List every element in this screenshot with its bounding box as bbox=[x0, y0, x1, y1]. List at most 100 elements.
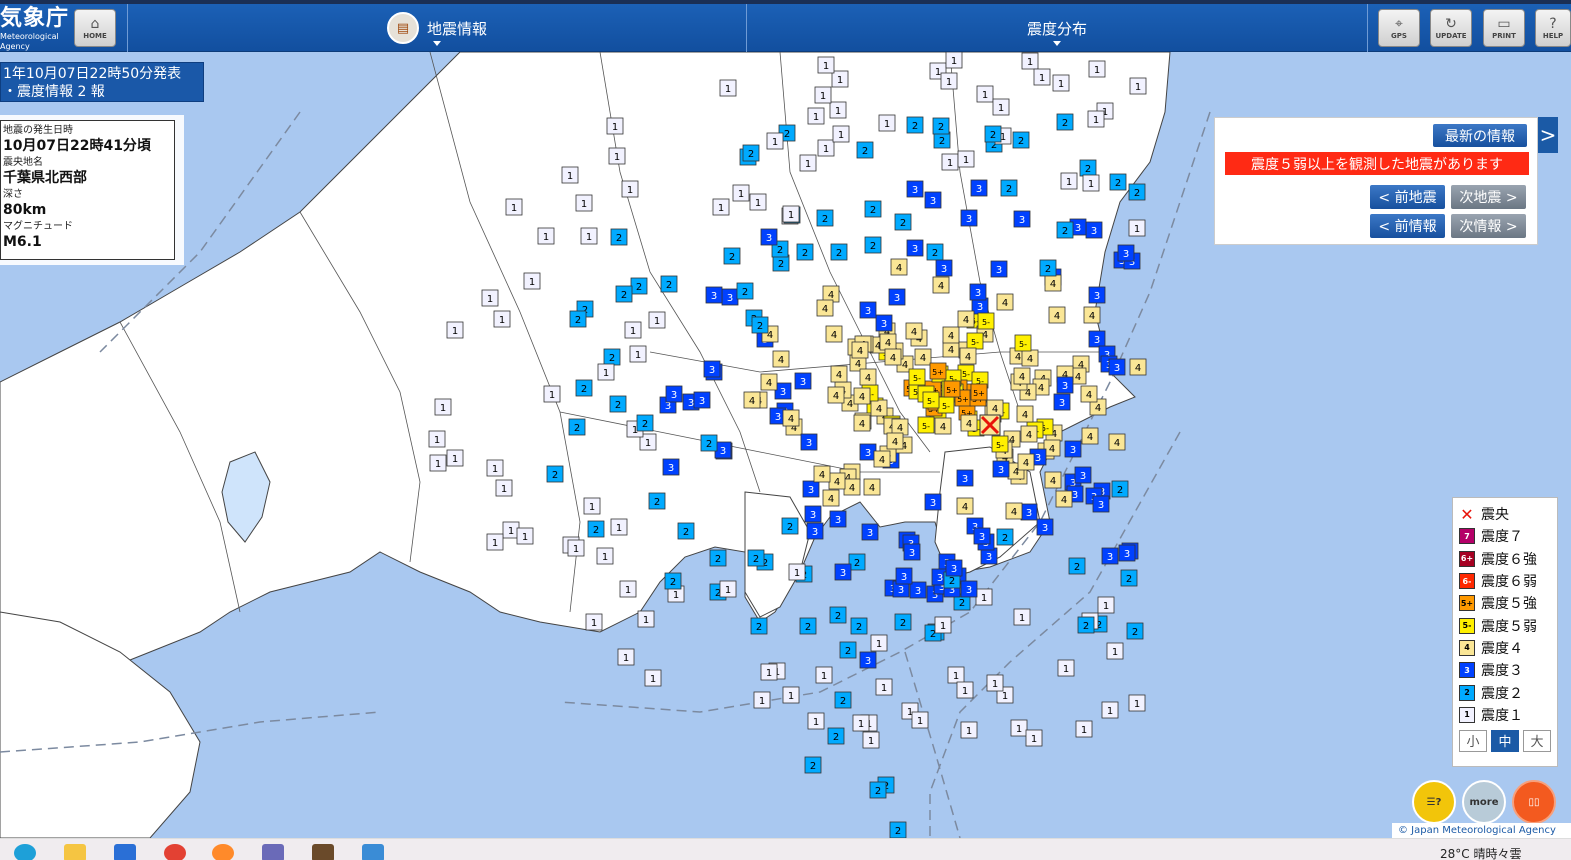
size-large-button[interactable]: 大 bbox=[1523, 729, 1551, 752]
intensity-marker-label: 5- bbox=[927, 397, 935, 406]
firefox-icon[interactable] bbox=[212, 844, 234, 860]
intensity-marker-label: 1 bbox=[788, 691, 794, 702]
intensity-marker-label: 5- bbox=[971, 338, 979, 347]
intensity-marker-label: 3 bbox=[951, 564, 957, 575]
manual-button[interactable]: ▯▯ bbox=[1512, 780, 1556, 824]
intensity-marker-label: 2 bbox=[615, 400, 621, 411]
intensity-marker-label: 1 bbox=[581, 199, 587, 210]
intensity-marker-label: 5+ bbox=[973, 389, 985, 398]
intensity-marker-label: 1 bbox=[511, 203, 517, 214]
intensity-marker-label: 2 bbox=[949, 576, 955, 587]
mail-icon[interactable] bbox=[114, 844, 136, 860]
intensity-marker-label: 3 bbox=[930, 196, 936, 207]
intensity-marker-label: 1 bbox=[992, 679, 998, 690]
intensity-marker-label: 1 bbox=[821, 671, 827, 682]
intensity-marker-label: 1 bbox=[508, 526, 514, 537]
intensity-marker-label: 1 bbox=[725, 585, 731, 596]
intensity-marker-label: 4 bbox=[788, 414, 794, 425]
intensity-marker-label: 2 bbox=[609, 353, 615, 364]
prev-quake-button[interactable]: < 前地震 bbox=[1370, 185, 1445, 209]
intensity-marker-label: 2 bbox=[840, 696, 846, 707]
size-medium-button[interactable]: 中 bbox=[1491, 729, 1519, 752]
weather-widget[interactable]: 28°C 晴時々雲 bbox=[1440, 845, 1521, 860]
panel-toggle-arrow[interactable]: > bbox=[1538, 117, 1558, 153]
help-button[interactable]: ? HELP bbox=[1535, 9, 1571, 47]
intensity-marker-label: 3 bbox=[937, 573, 943, 584]
more-button[interactable]: more bbox=[1462, 780, 1506, 824]
intensity-marker-label: 2 bbox=[870, 205, 876, 216]
gallery-icon[interactable] bbox=[362, 844, 384, 860]
intensity-marker-label: 2 bbox=[715, 554, 721, 565]
intensity-marker-label: 2 bbox=[756, 622, 762, 633]
intensity-marker-label: 4 bbox=[1075, 372, 1081, 383]
intensity-marker-label: 3 bbox=[1059, 398, 1065, 409]
legend-label: 震央 bbox=[1481, 507, 1509, 524]
update-button[interactable]: ↻ UPDATE bbox=[1430, 9, 1472, 47]
intensity-marker-label: 2 bbox=[581, 384, 587, 395]
app-icon[interactable] bbox=[262, 844, 284, 860]
intensity-marker-label: 1 bbox=[917, 716, 923, 727]
intensity-marker-label: 4 bbox=[1011, 507, 1017, 518]
intensity-marker-label: 2 bbox=[1115, 178, 1121, 189]
intensity-marker-label: 4 bbox=[1050, 476, 1056, 487]
intensity-marker-label: 4 bbox=[897, 423, 903, 434]
intensity-marker-label: 1 bbox=[953, 671, 959, 682]
intensity-marker-label: 1 bbox=[718, 203, 724, 214]
tab-quake-info[interactable]: ▤ 地震情報 bbox=[128, 4, 746, 52]
intensity-marker-label: 1 bbox=[616, 523, 622, 534]
legend-label: 震度４ bbox=[1481, 640, 1523, 657]
intensity-marker-label: 1 bbox=[1019, 613, 1025, 624]
time-value: 10月07日22時41分頃 bbox=[3, 138, 151, 154]
intensity-marker-label: 1 bbox=[440, 403, 446, 414]
latest-info-button[interactable]: 最新の情報 bbox=[1433, 124, 1527, 147]
intensity-marker-label: 4 bbox=[1019, 372, 1025, 383]
edge-icon[interactable] bbox=[14, 844, 36, 860]
intensity-marker-label: 1 bbox=[627, 185, 633, 196]
intensity-marker-label: 1 bbox=[434, 435, 440, 446]
intensity-marker-label: 5- bbox=[922, 422, 930, 431]
intensity-marker-label: 2 bbox=[912, 121, 918, 132]
intensity-marker-label: 3 bbox=[1072, 490, 1078, 501]
copyright-notice: © Japan Meteorological Agency bbox=[1392, 823, 1571, 838]
prev-report-button[interactable]: < 前情報 bbox=[1370, 214, 1445, 238]
legend-rows: ✕ 震央 7 震度７ 6+ 震度６強 6- 震度６弱 5+ 震度５強 5- 震度５弱 4 震度４ 3 震度３ 2… bbox=[1459, 503, 1551, 726]
intensity-marker-label: 3 bbox=[1080, 471, 1086, 482]
jma-logo[interactable]: 気象庁 Meteorological Agency bbox=[0, 6, 70, 51]
quake-info-panel: 地震の発生日時 10月07日22時41分頃 震央地名 千葉県北西部 深さ 80k… bbox=[0, 120, 175, 260]
guide-button[interactable]: ☰? bbox=[1412, 780, 1456, 824]
home-button[interactable]: ⌂ HOME bbox=[74, 9, 116, 47]
size-small-button[interactable]: 小 bbox=[1459, 729, 1487, 752]
intensity-marker-label: 4 bbox=[1135, 363, 1141, 374]
intensity-marker-label: 4 bbox=[938, 281, 944, 292]
intensity-marker-label: 4 bbox=[865, 373, 871, 384]
intensity-marker-label: 2 bbox=[784, 129, 790, 140]
intensity-marker-label: 4 bbox=[834, 477, 840, 488]
next-report-button[interactable]: 次情報 > bbox=[1451, 214, 1526, 238]
next-quake-button[interactable]: 次地震 > bbox=[1451, 185, 1526, 209]
gps-button[interactable]: ⌖ GPS bbox=[1378, 9, 1420, 47]
intensity-marker-label: 1 bbox=[1016, 724, 1022, 735]
intensity-marker-label: 2 bbox=[836, 248, 842, 259]
tab-distribution[interactable]: 震度分布 bbox=[747, 4, 1367, 52]
intensity-marker-label: 3 bbox=[912, 244, 918, 255]
place-value: 千葉県北西部 bbox=[3, 170, 87, 186]
chrome-icon[interactable] bbox=[164, 844, 186, 860]
intensity-marker-label: 3 bbox=[806, 438, 812, 449]
photo-app-icon[interactable] bbox=[312, 844, 334, 860]
intensity-marker-label: 2 bbox=[616, 233, 622, 244]
depth-value: 80km bbox=[3, 202, 47, 218]
intensity-swatch: 5- bbox=[1459, 617, 1475, 634]
intensity-marker-label: 2 bbox=[654, 497, 660, 508]
intensity-marker-label: 4 bbox=[833, 391, 839, 402]
legend-item: 6+ 震度６強 bbox=[1459, 548, 1551, 570]
print-label: PRINT bbox=[1492, 31, 1516, 40]
intensity-marker-label: 1 bbox=[630, 326, 636, 337]
intensity-marker-label: 3 bbox=[979, 532, 985, 543]
intensity-marker-label: 3 bbox=[1094, 291, 1100, 302]
legend-item: 4 震度４ bbox=[1459, 637, 1551, 659]
intensity-marker-label: 2 bbox=[932, 248, 938, 259]
intensity-marker-label: 1 bbox=[1134, 699, 1140, 710]
folder-icon[interactable] bbox=[64, 844, 86, 860]
print-button[interactable]: ▭ PRINT bbox=[1483, 9, 1525, 47]
intensity-marker-label: 4 bbox=[859, 419, 865, 430]
